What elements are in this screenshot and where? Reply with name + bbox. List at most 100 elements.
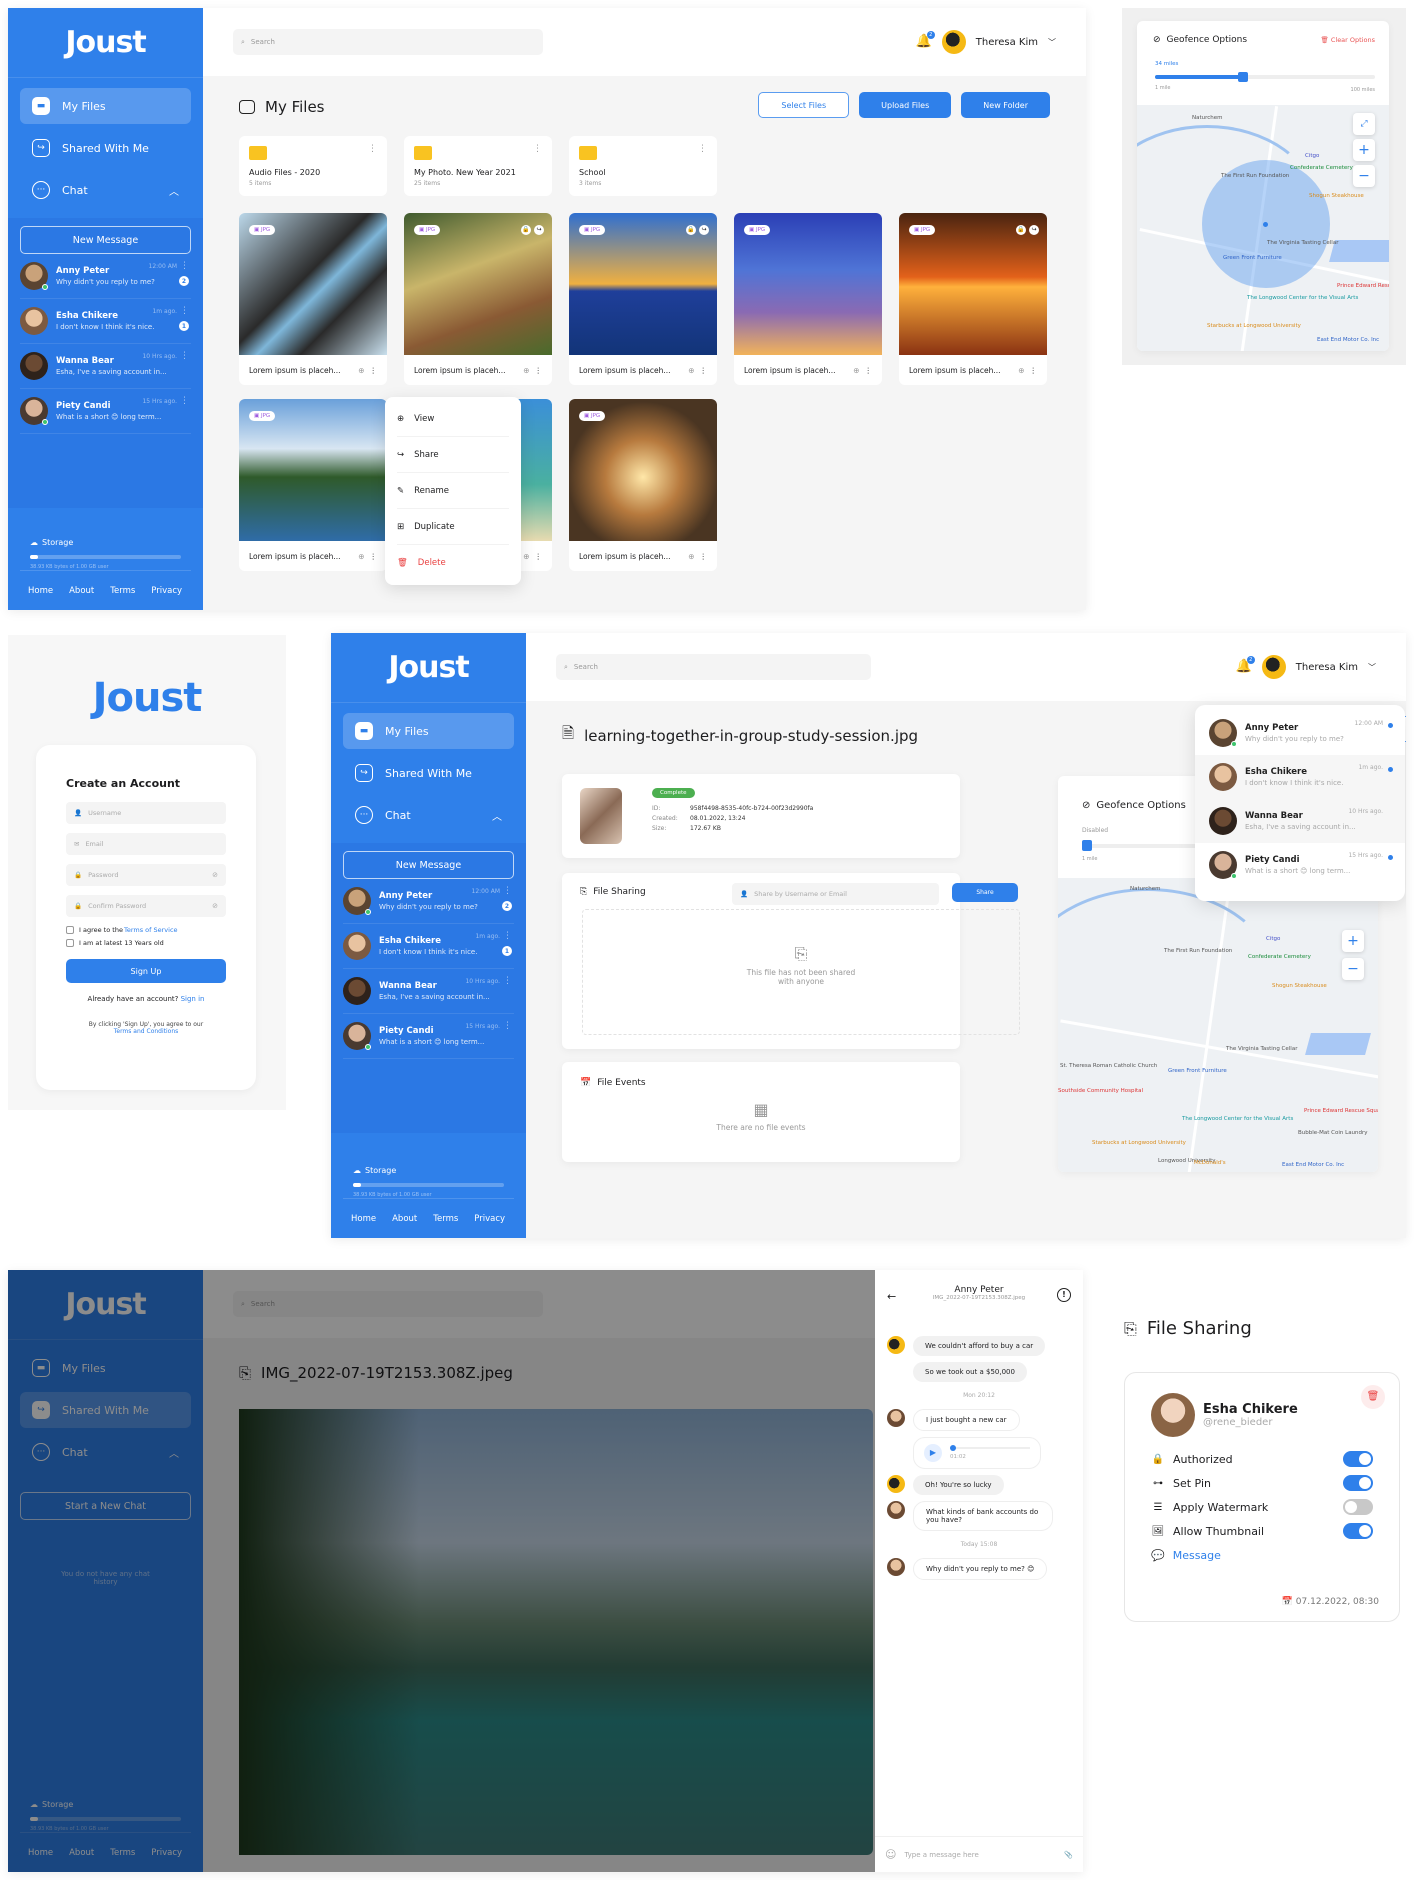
chat-list-item[interactable]: Esha Chikere I don't know I think it's ni…	[1195, 755, 1405, 799]
permission-toggle[interactable]	[1343, 1475, 1373, 1491]
email-field[interactable]: ✉ Email	[66, 833, 226, 855]
footer-privacy[interactable]: Privacy	[151, 586, 182, 596]
chat-list-item[interactable]: Wanna Bear Esha, I've a saving account in…	[343, 969, 514, 1014]
sidebar-item-shared[interactable]: ↪ Shared With Me	[20, 130, 191, 166]
photo-card[interactable]: ▣ JPG 🔒 ↪ Lorem ipsum is placeh... ⊕ ⋮	[404, 213, 552, 385]
info-icon[interactable]: !	[1057, 1288, 1071, 1302]
radius-slider[interactable]	[1155, 72, 1375, 82]
chevron-up-icon[interactable]: ︿	[169, 183, 179, 198]
share-button[interactable]: Share	[952, 883, 1018, 902]
sidebar-item-chat[interactable]: ··· Chat ︿	[343, 797, 514, 833]
search-input[interactable]: ⌕ Search	[233, 29, 543, 55]
play-button[interactable]: ▶	[924, 1444, 942, 1462]
eye-off-icon[interactable]: ⊘	[212, 902, 218, 910]
more-icon[interactable]: ⋮	[368, 144, 377, 154]
photo-card[interactable]: ▣ JPG Lorem ipsum is placeh... ⊕ ⋮	[239, 399, 387, 571]
folder-card[interactable]: School 3 items ⋮	[569, 136, 717, 196]
confirm-password-field[interactable]: 🔒 Confirm Password ⊘	[66, 895, 226, 917]
terms-link[interactable]: Terms of Service	[124, 926, 178, 934]
sidebar-item-my-files[interactable]: ▬ My Files	[343, 713, 514, 749]
map[interactable]: Naturchem Citgo The First Run Foundation…	[1058, 878, 1378, 1172]
more-icon[interactable]: ⋮	[503, 886, 512, 896]
menu-item-rename[interactable]: ✎ Rename	[397, 473, 509, 509]
sidebar-item-shared[interactable]: ↪ Shared With Me	[343, 755, 514, 791]
lock-icon[interactable]: 🔒	[521, 225, 531, 235]
photo-card[interactable]: ▣ JPG Lorem ipsum is placeh... ⊕ ⋮	[734, 213, 882, 385]
zoom-in-icon[interactable]: ⊕	[523, 552, 529, 561]
footer-terms[interactable]: Terms	[110, 586, 135, 596]
share-icon[interactable]: ↪	[1029, 225, 1039, 235]
more-icon[interactable]: ⋮	[180, 306, 189, 316]
photo-card[interactable]: ▣ JPG Lorem ipsum is placeh... ⊕ ⋮	[239, 213, 387, 385]
chat-list-item[interactable]: Wanna Bear Esha, I've a saving account in…	[1195, 799, 1405, 843]
emoji-icon[interactable]: ☺	[885, 1848, 896, 1861]
delete-share-button[interactable]: 🗑	[1361, 1385, 1385, 1409]
permission-toggle[interactable]	[1343, 1499, 1373, 1515]
bell-icon[interactable]: 🔔 2	[1236, 656, 1255, 675]
more-icon[interactable]: ⋮	[698, 144, 707, 154]
zoom-out-button[interactable]: −	[1353, 165, 1375, 187]
folder-card[interactable]: My Photo. New Year 2021 25 items ⋮	[404, 136, 552, 196]
more-icon[interactable]: ⋮	[180, 351, 189, 361]
zoom-in-icon[interactable]: ⊕	[688, 366, 694, 375]
message-link[interactable]: 💬 Message	[1151, 1543, 1373, 1567]
paperclip-icon[interactable]: 📎	[1064, 1851, 1073, 1859]
photo-card[interactable]: ▣ JPG 🔒 ↪ Lorem ipsum is placeh... ⊕ ⋮	[569, 213, 717, 385]
clear-options-button[interactable]: 🗑 Clear Options	[1321, 36, 1375, 44]
chevron-up-icon[interactable]: ︿	[169, 1445, 179, 1460]
bell-icon[interactable]: 🔔 2	[916, 31, 935, 50]
footer-home[interactable]: Home	[351, 1214, 376, 1224]
zoom-out-button[interactable]: −	[1342, 958, 1364, 980]
new-folder-button[interactable]: New Folder	[961, 92, 1050, 118]
more-icon[interactable]: ⋮	[1030, 366, 1038, 375]
footer-privacy[interactable]: Privacy	[151, 1848, 182, 1858]
search-input[interactable]: ⌕ Search	[556, 654, 871, 680]
sign-in-link[interactable]: Sign in	[181, 995, 205, 1003]
legal-link[interactable]: Terms and Conditions	[66, 1028, 226, 1035]
zoom-in-button[interactable]: +	[1342, 930, 1364, 952]
chat-list-item[interactable]: Anny Peter Why didn't you reply to me? 12…	[20, 254, 191, 299]
zoom-in-icon[interactable]: ⊕	[523, 366, 529, 375]
username-field[interactable]: 👤 Username	[66, 802, 226, 824]
more-icon[interactable]: ⋮	[370, 366, 378, 375]
footer-about[interactable]: About	[69, 586, 94, 596]
new-message-button[interactable]: New Message	[343, 851, 514, 879]
photo-card[interactable]: ▣ JPG Lorem ipsum is placeh... ⊕ ⋮	[569, 399, 717, 571]
more-icon[interactable]: ⋮	[370, 552, 378, 561]
footer-terms[interactable]: Terms	[433, 1214, 458, 1224]
more-icon[interactable]: ⋮	[535, 552, 543, 561]
sidebar-item-shared[interactable]: ↪ Shared With Me	[20, 1392, 191, 1428]
chat-list-item[interactable]: Piety Candi What is a short 😊 long term..…	[1195, 843, 1405, 887]
share-icon[interactable]: ↪	[534, 225, 544, 235]
new-message-button[interactable]: New Message	[20, 226, 191, 254]
more-icon[interactable]: ⋮	[503, 931, 512, 941]
menu-item-share[interactable]: ↪ Share	[397, 437, 509, 473]
lock-icon[interactable]: 🔒	[1016, 225, 1026, 235]
chevron-up-icon[interactable]: ︿	[492, 808, 502, 823]
sidebar-item-chat[interactable]: ··· Chat ︿	[20, 172, 191, 208]
more-icon[interactable]: ⋮	[503, 1021, 512, 1031]
more-icon[interactable]: ⋮	[180, 261, 189, 271]
slider-handle[interactable]	[1238, 72, 1248, 82]
age-checkbox[interactable]	[66, 939, 74, 947]
chat-list-item[interactable]: Esha Chikere I don't know I think it's ni…	[343, 924, 514, 969]
photo-card[interactable]: ▣ JPG 🔒 ↪ Lorem ipsum is placeh... ⊕ ⋮	[899, 213, 1047, 385]
sidebar-item-chat[interactable]: ··· Chat ︿	[20, 1434, 191, 1470]
upload-files-button[interactable]: Upload Files	[859, 92, 952, 118]
more-icon[interactable]: ⋮	[700, 552, 708, 561]
footer-terms[interactable]: Terms	[110, 1848, 135, 1858]
footer-home[interactable]: Home	[28, 1848, 53, 1858]
eye-off-icon[interactable]: ⊘	[212, 871, 218, 879]
lock-icon[interactable]: 🔒	[686, 225, 696, 235]
sidebar-item-my-files[interactable]: ▬ My Files	[20, 1350, 191, 1386]
sign-up-button[interactable]: Sign Up	[66, 959, 226, 983]
share-input[interactable]: 👤 Share by Username or Email	[732, 883, 939, 905]
user-menu[interactable]: 🔔 2 Theresa Kim ﹀	[1236, 655, 1376, 679]
chat-list-item[interactable]: Anny Peter Why didn't you reply to me? 12…	[1195, 711, 1405, 755]
map[interactable]: Naturchem Citgo The First Run Foundation…	[1137, 105, 1389, 351]
share-icon[interactable]: ↪	[699, 225, 709, 235]
zoom-in-button[interactable]: +	[1353, 139, 1375, 161]
terms-checkbox[interactable]	[66, 926, 74, 934]
zoom-in-icon[interactable]: ⊕	[688, 552, 694, 561]
sidebar-item-my-files[interactable]: ▬ My Files	[20, 88, 191, 124]
